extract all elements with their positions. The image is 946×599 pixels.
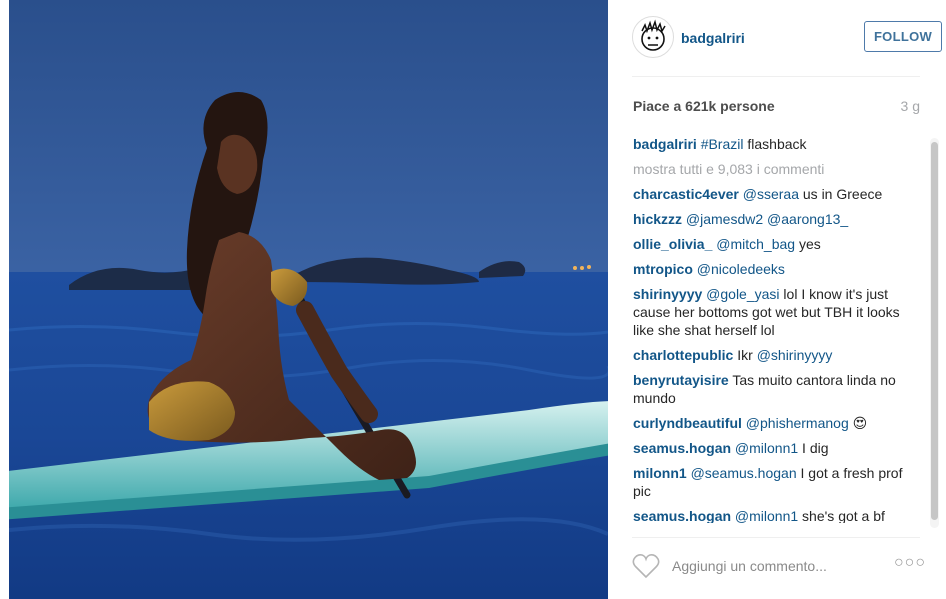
- post-sidebar: badgalriri FOLLOW Piace a 621k persone 3…: [608, 0, 946, 599]
- caption-hashtag[interactable]: #Brazil: [701, 136, 744, 152]
- footer-divider: [632, 537, 920, 538]
- comment-mention[interactable]: @nicoledeeks: [697, 261, 785, 277]
- comment-mention[interactable]: @phishermanog: [746, 415, 849, 431]
- comment-user[interactable]: milonn1: [633, 465, 687, 481]
- comment-mention[interactable]: @mitch_bag: [716, 236, 795, 252]
- comment-user[interactable]: charcastic4ever: [633, 186, 739, 202]
- photo-scene: [9, 0, 608, 599]
- list-item: benyrutayisire Tas muito cantora linda n…: [633, 371, 905, 407]
- comment-mention[interactable]: @sseraa: [743, 186, 799, 202]
- header-divider: [632, 76, 920, 77]
- comment-mention[interactable]: @jamesdw2 @aarong13_: [686, 211, 848, 227]
- comment-user[interactable]: ollie_olivia_: [633, 236, 712, 252]
- list-item: mtropico @nicoledeeks: [633, 260, 905, 278]
- comment-user[interactable]: benyrutayisire: [633, 372, 729, 388]
- comment-mention[interactable]: @gole_yasi: [706, 286, 779, 302]
- comment-user[interactable]: mtropico: [633, 261, 693, 277]
- show-all-comments-link[interactable]: mostra tutti e 9,083 i commenti: [633, 160, 905, 178]
- list-item: ollie_olivia_ @mitch_bag yes: [633, 235, 905, 253]
- avatar-drawing-icon: [641, 19, 666, 51]
- caption-text: flashback: [743, 136, 807, 152]
- comment-input[interactable]: [670, 553, 894, 579]
- comment-mention[interactable]: @milonn1: [735, 508, 798, 523]
- caption-user[interactable]: badgalriri: [633, 136, 697, 152]
- comment-text: 😍: [848, 415, 868, 431]
- comment-text: Ikr: [737, 347, 757, 363]
- comment-user[interactable]: hickzzz: [633, 211, 682, 227]
- post-photo[interactable]: [9, 0, 608, 599]
- follow-button[interactable]: FOLLOW: [864, 21, 942, 52]
- comments-list: badgalriri #Brazil flashback mostra tutt…: [633, 135, 905, 523]
- comment-mention[interactable]: @seamus.hogan: [691, 465, 797, 481]
- comment-user[interactable]: seamus.hogan: [633, 508, 731, 523]
- list-item: seamus.hogan @milonn1 she's got a bf chi…: [633, 507, 905, 523]
- list-item: seamus.hogan @milonn1 I dig: [633, 439, 905, 457]
- comment-user[interactable]: curlyndbeautiful: [633, 415, 742, 431]
- list-item: milonn1 @seamus.hogan I got a fresh prof…: [633, 464, 905, 500]
- heart-outline-icon[interactable]: [632, 553, 660, 579]
- scrollbar-thumb[interactable]: [931, 142, 938, 520]
- comment-user[interactable]: shirinyyyy: [633, 286, 702, 302]
- more-options-icon[interactable]: ○○○: [894, 555, 925, 574]
- list-item: hickzzz @jamesdw2 @aarong13_: [633, 210, 905, 228]
- list-item: charlottepublic Ikr @shirinyyyy: [633, 346, 905, 364]
- avatar[interactable]: [632, 16, 674, 58]
- post-modal: badgalriri FOLLOW Piace a 621k persone 3…: [0, 0, 946, 599]
- comment-text: yes: [795, 236, 821, 252]
- post-username-link[interactable]: badgalriri: [681, 30, 745, 46]
- caption: badgalriri #Brazil flashback: [633, 135, 905, 153]
- comments-scrollbar[interactable]: [930, 138, 939, 528]
- list-item: shirinyyyy @gole_yasi lol I know it's ju…: [633, 285, 905, 339]
- comment-text: I dig: [798, 440, 829, 456]
- comment-user[interactable]: seamus.hogan: [633, 440, 731, 456]
- comment-mention[interactable]: @shirinyyyy: [757, 347, 833, 363]
- comment-mention[interactable]: @milonn1: [735, 440, 798, 456]
- comment-user[interactable]: charlottepublic: [633, 347, 733, 363]
- likes-count[interactable]: Piace a 621k persone: [633, 98, 775, 114]
- list-item: curlyndbeautiful @phishermanog 😍: [633, 414, 905, 432]
- comment-text: us in Greece: [799, 186, 883, 202]
- list-item: charcastic4ever @sseraa us in Greece: [633, 185, 905, 203]
- post-header: badgalriri FOLLOW: [632, 16, 942, 60]
- post-time[interactable]: 3 g: [901, 98, 920, 114]
